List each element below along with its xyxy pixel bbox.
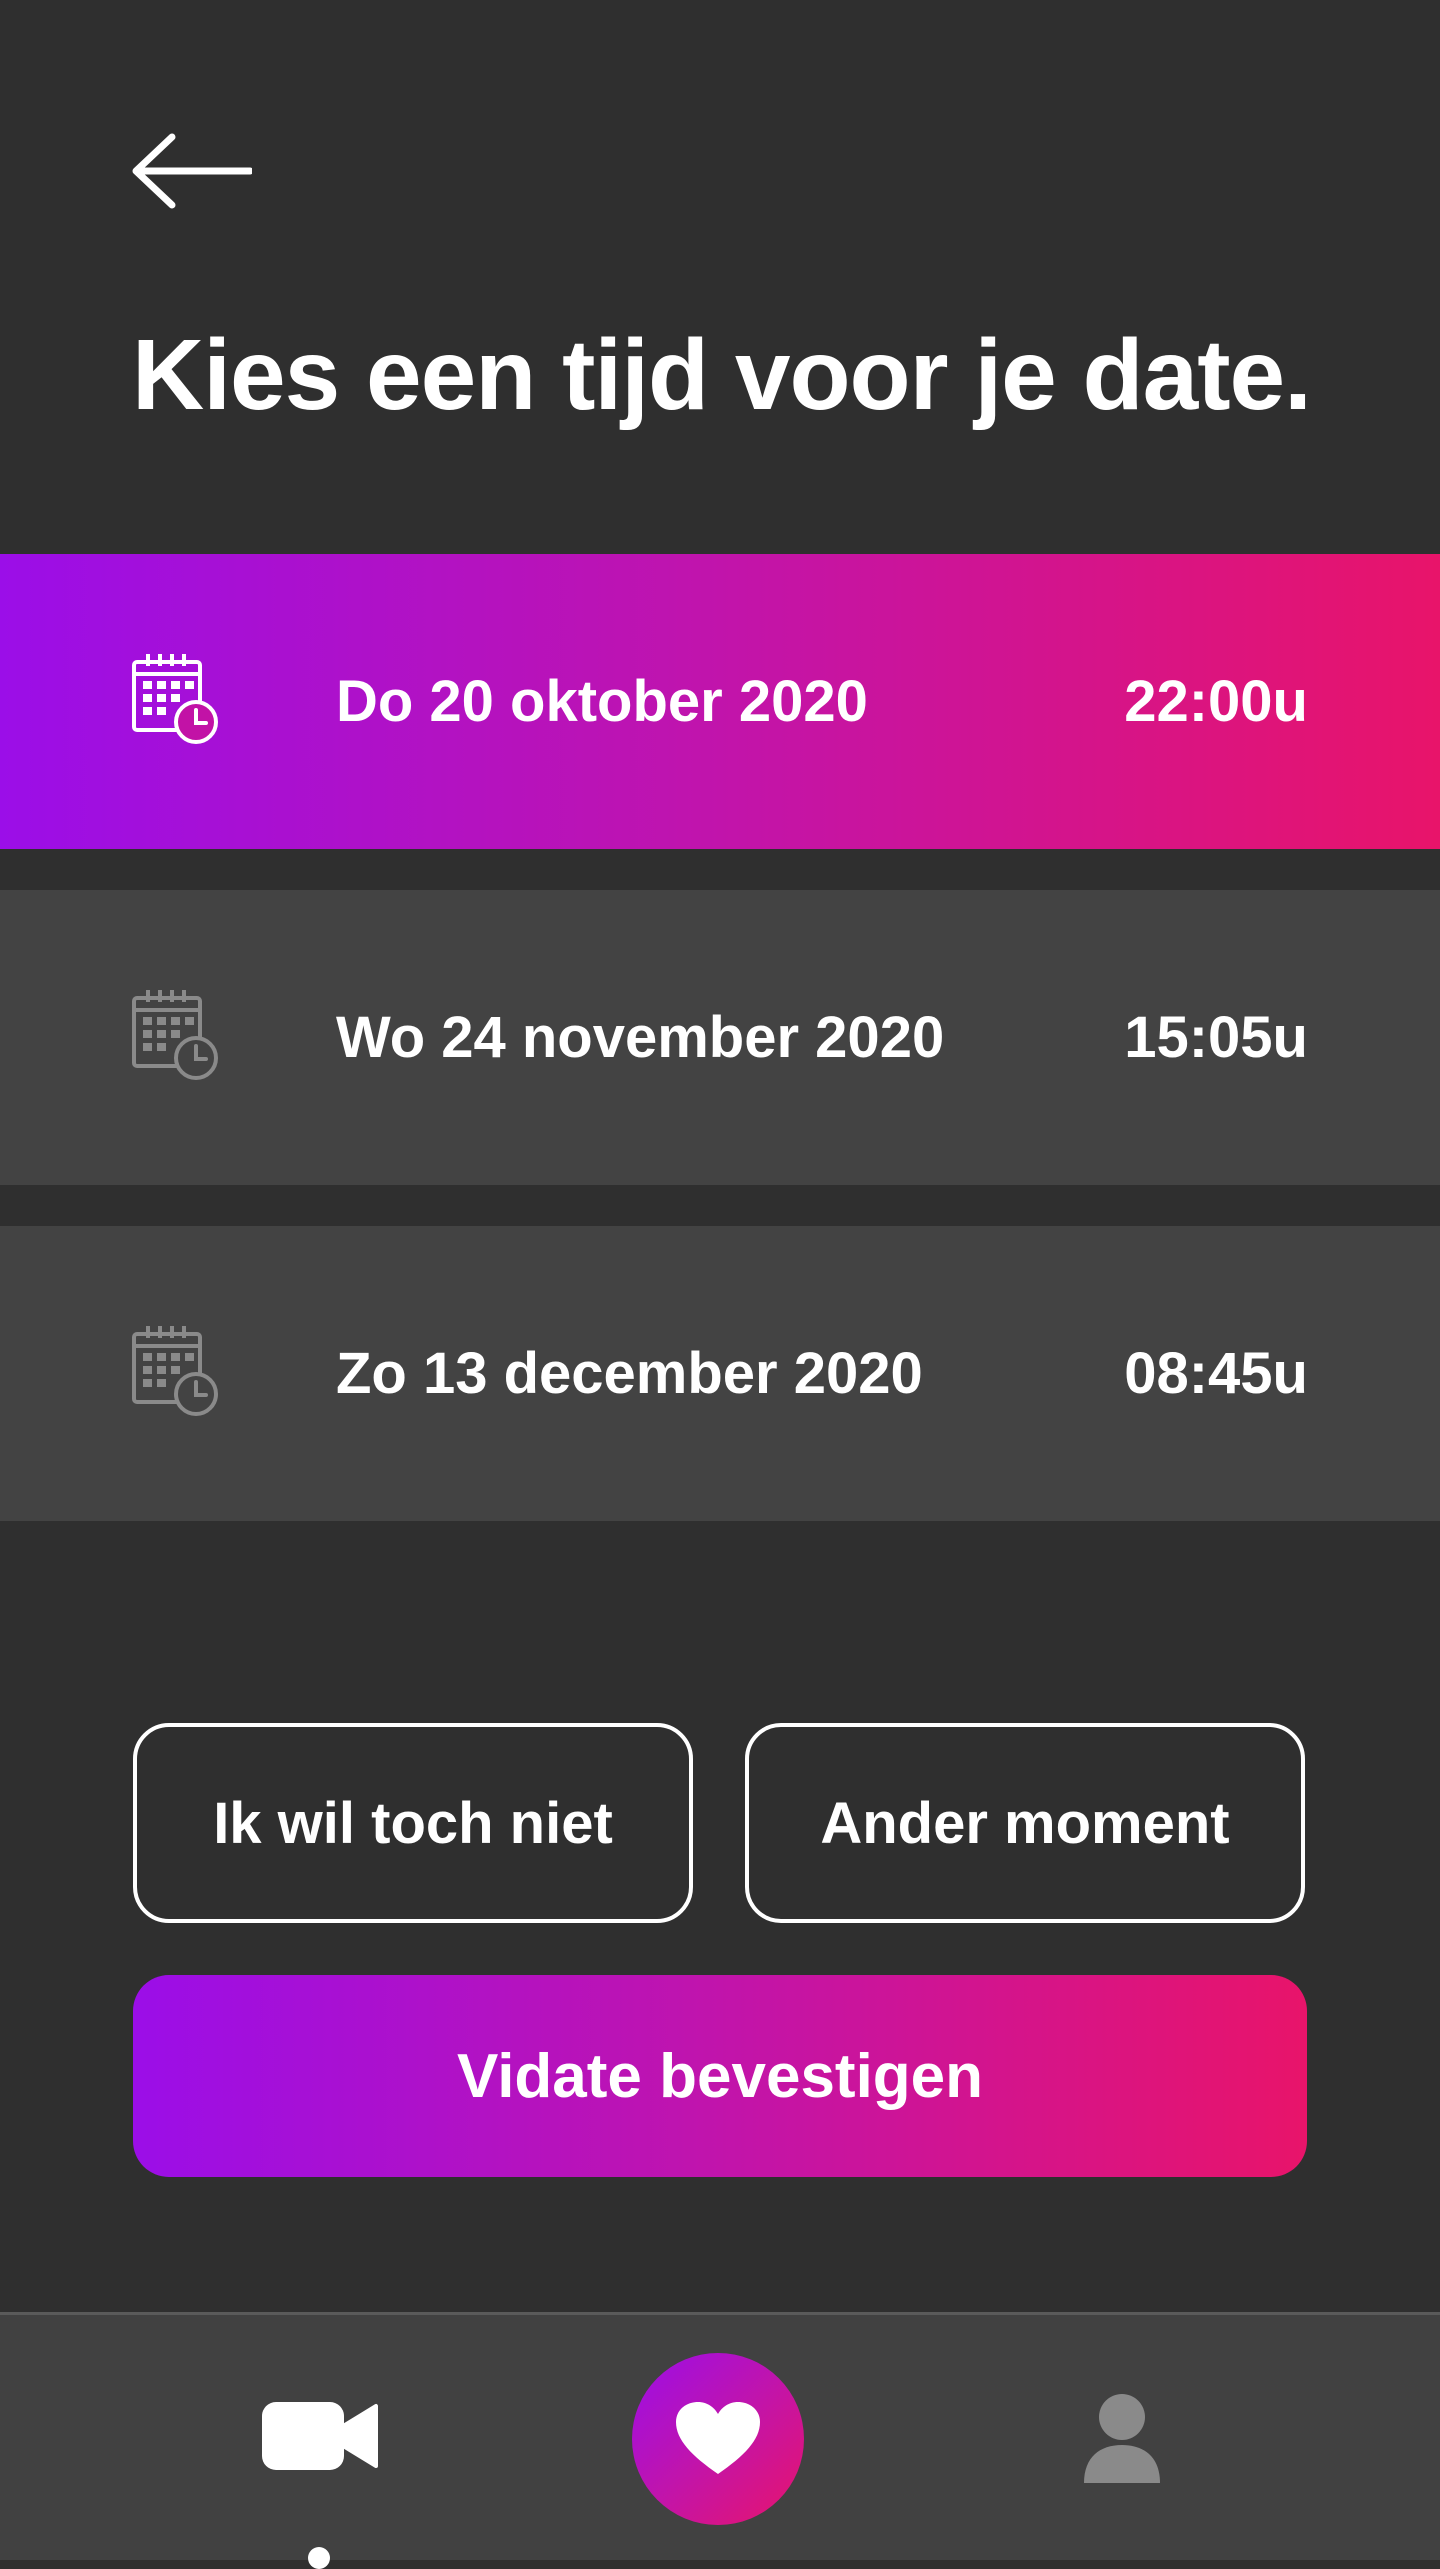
slot-date: Do 20 oktober 2020 [336, 669, 868, 734]
slot-time: 22:00u [1124, 669, 1308, 734]
user-icon [1084, 2394, 1160, 2483]
slot-time: 08:45u [1124, 1341, 1308, 1406]
time-slot-1[interactable]: Do 20 oktober 2020 22:00u [0, 554, 1440, 849]
nav-item-video[interactable] [262, 2400, 378, 2472]
slot-date: Wo 24 november 2020 [336, 1005, 945, 1070]
bottom-nav [0, 2312, 1440, 2569]
time-slot-3[interactable]: Zo 13 december 2020 08:45u [0, 1226, 1440, 1521]
decline-button[interactable]: Ik wil toch niet [133, 1723, 693, 1923]
slot-date: Zo 13 december 2020 [336, 1341, 923, 1406]
nav-item-profile[interactable] [1080, 2393, 1164, 2483]
page-title: Kies een tijd voor je date. [132, 319, 1312, 431]
arrow-left-icon [132, 133, 254, 209]
video-camera-icon [262, 2402, 378, 2470]
confirm-vidate-button[interactable]: Vidate bevestigen [133, 1975, 1307, 2177]
time-slot-2[interactable]: Wo 24 november 2020 15:05u [0, 890, 1440, 1185]
calendar-clock-icon [132, 1326, 218, 1416]
heart-icon [676, 2402, 760, 2474]
nav-item-matches[interactable] [632, 2353, 804, 2525]
active-indicator [308, 2547, 330, 2569]
slot-time: 15:05u [1124, 1005, 1308, 1070]
other-moment-button[interactable]: Ander moment [745, 1723, 1305, 1923]
calendar-clock-icon [132, 654, 218, 744]
calendar-clock-icon [132, 990, 218, 1080]
back-button[interactable] [130, 130, 254, 212]
